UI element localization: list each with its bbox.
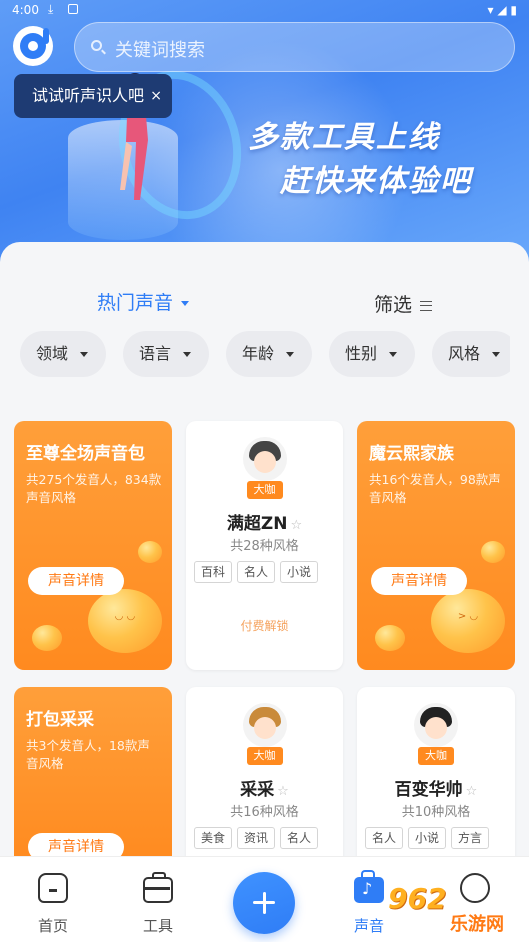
sound-bag-icon xyxy=(354,870,384,903)
voice-tag: 名人 xyxy=(237,561,276,583)
voice-name: 满超ZN ☆ xyxy=(186,509,343,534)
filter-label: 筛选 xyxy=(374,294,413,316)
status-bar: 4:00 ⤓ ▾ ◢ ▮ xyxy=(0,0,529,22)
pack-description: 共3个发音人，18款声音风格 xyxy=(26,738,150,771)
pack-description: 共275个发音人，834款声音风格 xyxy=(26,472,162,505)
chip-label: 风格 xyxy=(448,344,481,363)
bubble-decoration xyxy=(375,625,405,651)
home-icon xyxy=(38,873,68,903)
tooltip-text: 试试听声识人吧 xyxy=(32,86,145,105)
create-button[interactable] xyxy=(233,872,295,934)
filter-icon xyxy=(420,300,433,311)
vip-badge: 大咖 xyxy=(246,747,283,765)
logo-note-stem xyxy=(43,28,49,44)
bubble-decoration xyxy=(138,541,162,563)
wifi-battery-icon: ▾ ◢ ▮ xyxy=(487,3,517,17)
star-icon[interactable]: ☆ xyxy=(290,518,302,533)
voice-tag: 小说 xyxy=(408,827,447,849)
nav-home-label: 首页 xyxy=(37,917,68,935)
voice-card[interactable]: 大咖 百变华帅 ☆ 共10种风格 名人 小说 方言 xyxy=(357,687,515,867)
chevron-down-icon xyxy=(181,301,190,306)
voice-tag: 方言 xyxy=(451,827,490,849)
star-icon[interactable]: ☆ xyxy=(466,784,478,799)
voice-tag: 百科 xyxy=(194,561,233,583)
voice-card[interactable]: 大咖 满超ZN ☆ 共28种风格 百科 名人 小说 付费解锁 xyxy=(186,421,343,670)
voice-name-text: 采采 xyxy=(240,780,275,800)
bubble-decoration xyxy=(481,541,505,563)
filter-chips: 领域 语言 年龄 性别 风格 xyxy=(20,331,510,377)
voice-name-text: 百变华帅 xyxy=(394,780,463,800)
chip-label: 领域 xyxy=(36,344,69,363)
chevron-down-icon xyxy=(80,352,88,357)
chevron-down-icon xyxy=(492,352,500,357)
pack-title: 至尊全场声音包 xyxy=(26,444,145,464)
banner-slogan-line1: 多款工具上线 xyxy=(248,120,440,155)
nav-home[interactable]: 首页 xyxy=(23,857,83,942)
toolbox-icon xyxy=(143,872,173,903)
chip-label: 性别 xyxy=(345,344,378,363)
app-logo[interactable] xyxy=(13,26,53,66)
voice-name: 百变华帅 ☆ xyxy=(357,775,515,800)
style-count: 共28种风格 xyxy=(230,539,299,554)
notification-icon xyxy=(68,4,78,14)
avatar xyxy=(242,437,287,481)
voice-pack-card[interactable]: 魔云熙家族 共16个发音人，98款声音风格 > ◡ 声音详情 xyxy=(357,421,515,670)
avatar xyxy=(414,703,458,747)
close-icon[interactable]: × xyxy=(150,74,162,118)
chip-gender[interactable]: 性别 xyxy=(329,331,415,377)
voice-tags: 美食 资讯 名人 xyxy=(194,827,343,851)
chip-label: 年龄 xyxy=(242,344,275,363)
watermark: 962 乐游网 xyxy=(388,882,529,942)
banner-slogan-line2: 赶快来体验吧 xyxy=(280,164,472,199)
star-icon[interactable]: ☆ xyxy=(277,784,289,799)
chip-language[interactable]: 语言 xyxy=(123,331,209,377)
voice-detail-button[interactable]: 声音详情 xyxy=(371,567,467,595)
search-bar[interactable]: 关键词搜索 xyxy=(74,22,515,72)
voice-detail-button[interactable]: 声音详情 xyxy=(28,567,124,595)
vip-badge: 大咖 xyxy=(418,747,454,765)
voice-card[interactable]: 大咖 采采 ☆ 共16种风格 美食 资讯 名人 xyxy=(186,687,343,867)
watermark-logo: 962 xyxy=(388,882,447,915)
voice-pack-card[interactable]: 打包采采 共3个发音人，18款声音风格 声音详情 xyxy=(14,687,172,867)
voice-name-text: 满超ZN xyxy=(226,514,288,534)
voice-tag: 美食 xyxy=(194,827,233,849)
nav-tools-label: 工具 xyxy=(142,917,173,935)
voice-tag: 名人 xyxy=(365,827,404,849)
bubble-face-decoration: ◡ ◡ xyxy=(88,589,162,653)
bubble-face-decoration: > ◡ xyxy=(431,589,505,653)
style-count: 共16种风格 xyxy=(230,805,299,820)
pack-description: 共16个发音人，98款声音风格 xyxy=(369,472,501,505)
chevron-down-icon xyxy=(183,352,191,357)
filter-button[interactable]: 筛选 xyxy=(374,290,433,317)
watermark-text: 乐游网 xyxy=(450,914,504,935)
paid-unlock-label[interactable]: 付费解锁 xyxy=(186,617,343,634)
search-placeholder: 关键词搜索 xyxy=(115,40,205,61)
voice-tags: 百科 名人 小说 xyxy=(194,561,343,585)
voice-recognition-tooltip[interactable]: 试试听声识人吧 × xyxy=(14,74,173,118)
nav-tools[interactable]: 工具 xyxy=(128,857,188,942)
chevron-down-icon xyxy=(389,352,397,357)
voice-pack-card[interactable]: 至尊全场声音包 共275个发音人，834款声音风格 ◡ ◡ 声音详情 xyxy=(14,421,172,670)
search-icon xyxy=(91,40,102,51)
tab-hot-label: 热门声音 xyxy=(97,292,174,314)
style-count: 共10种风格 xyxy=(401,805,471,820)
chip-style[interactable]: 风格 xyxy=(432,331,510,377)
voice-tags: 名人 小说 方言 xyxy=(365,827,515,851)
vip-badge: 大咖 xyxy=(246,481,283,499)
avatar xyxy=(242,703,287,747)
chip-age[interactable]: 年龄 xyxy=(226,331,312,377)
pack-title: 打包采采 xyxy=(26,710,94,730)
bubble-decoration xyxy=(32,625,62,651)
voice-tag: 资讯 xyxy=(237,827,276,849)
pack-title: 魔云熙家族 xyxy=(369,444,454,464)
chip-domain[interactable]: 领域 xyxy=(20,331,106,377)
chip-label: 语言 xyxy=(139,344,172,363)
voice-tag: 名人 xyxy=(280,827,319,849)
chevron-down-icon xyxy=(286,352,294,357)
voice-name: 采采 ☆ xyxy=(186,775,343,800)
download-icon: ⤓ xyxy=(48,2,54,16)
voice-tag: 小说 xyxy=(280,561,319,583)
tab-hot-voices[interactable]: 热门声音 xyxy=(97,288,190,315)
status-time: 4:00 xyxy=(12,3,39,17)
